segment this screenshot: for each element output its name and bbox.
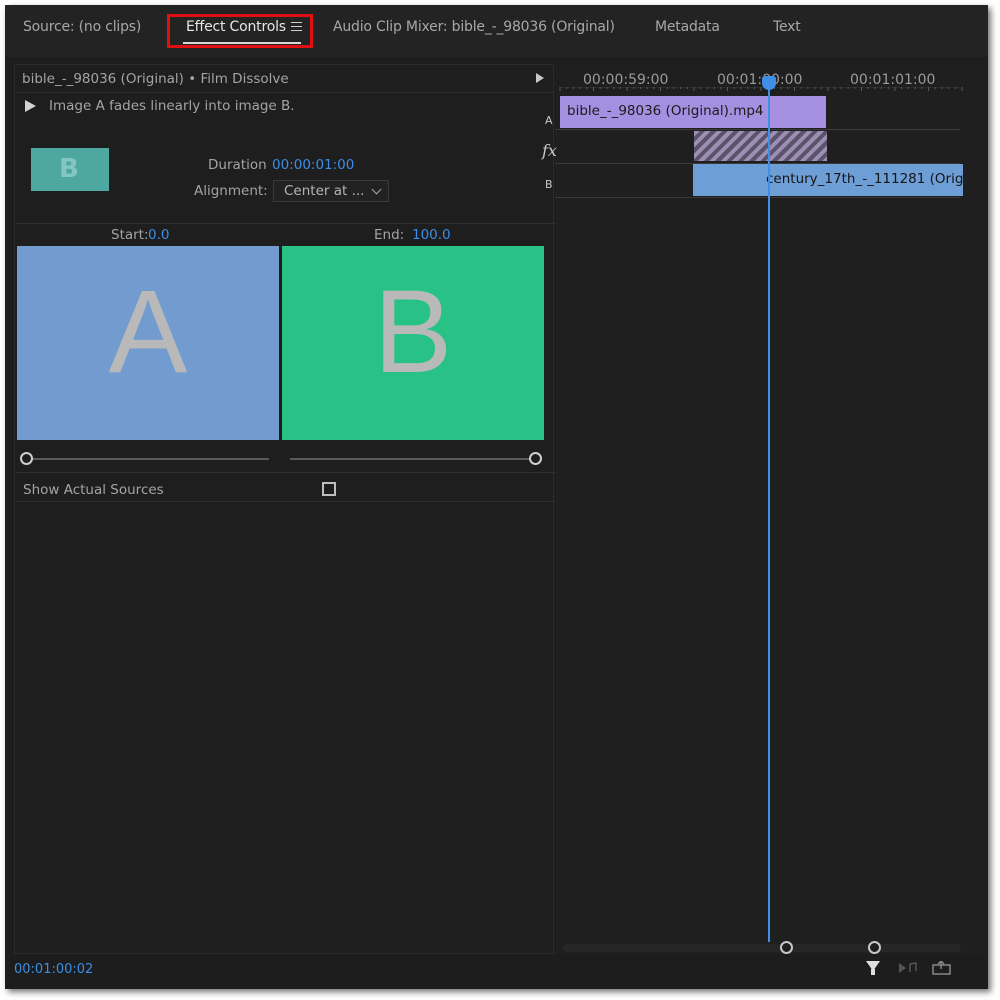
zoom-handle-left[interactable] <box>780 941 793 954</box>
tab-metadata[interactable]: Metadata <box>655 19 720 35</box>
effect-timeline[interactable]: 00:00:59:00 00:01:00:00 00:01:01:00 A fx… <box>542 64 988 954</box>
track-label-a: A <box>545 114 553 127</box>
duration-label: Duration <box>208 157 267 173</box>
clip-a[interactable]: bible_-_98036 (Original).mp4 <box>560 96 826 128</box>
tab-text[interactable]: Text <box>773 19 801 35</box>
duration-value[interactable]: 00:00:01:00 <box>272 157 354 173</box>
fx-icon: fx <box>542 141 557 160</box>
playhead-line[interactable] <box>768 82 770 942</box>
transition-block[interactable] <box>694 131 827 161</box>
divider <box>15 501 555 502</box>
show-actual-sources-checkbox[interactable] <box>322 482 336 496</box>
end-slider-handle[interactable] <box>529 452 542 465</box>
start-value[interactable]: 0.0 <box>148 227 169 243</box>
preview-b-letter: B <box>373 266 453 398</box>
zoom-handle-right[interactable] <box>868 941 881 954</box>
thumbnail-letter: B <box>59 154 79 184</box>
clip-b[interactable]: century_17th_-_111281 (Original <box>693 164 963 196</box>
preview-b: B <box>282 246 544 440</box>
highlight-box <box>167 14 313 48</box>
ruler-label: 00:01:00:00 <box>717 72 803 88</box>
chevron-down-icon <box>371 184 382 195</box>
start-slider-handle[interactable] <box>20 452 33 465</box>
divider <box>15 472 555 473</box>
current-timecode[interactable]: 00:01:00:02 <box>14 962 93 977</box>
track-divider <box>555 197 960 198</box>
start-label: Start: <box>111 227 149 243</box>
end-value[interactable]: 100.0 <box>412 227 451 243</box>
ruler-label: 00:00:59:00 <box>583 72 669 88</box>
divider <box>15 223 555 224</box>
zoom-scrollbar[interactable] <box>563 944 961 952</box>
effect-description: Image A fades linearly into image B. <box>49 98 295 114</box>
playhead-icon[interactable] <box>762 76 776 90</box>
show-actual-sources-label: Show Actual Sources <box>23 482 164 498</box>
panel-tab-bar: Source: (no clips) Effect Controls Audio… <box>5 5 988 57</box>
alignment-value: Center at ... <box>284 183 365 199</box>
alignment-label: Alignment: <box>194 183 268 199</box>
effect-controls-panel: bible_-_98036 (Original) • Film Dissolve… <box>14 64 555 954</box>
tab-audio-clip-mixer[interactable]: Audio Clip Mixer: bible_-_98036 (Origina… <box>333 19 615 35</box>
ruler-label: 00:01:01:00 <box>850 72 936 88</box>
effect-header: bible_-_98036 (Original) • Film Dissolve <box>15 65 555 93</box>
expand-triangle-icon[interactable] <box>536 73 544 83</box>
tab-source[interactable]: Source: (no clips) <box>23 19 141 35</box>
effect-title: bible_-_98036 (Original) • Film Dissolve <box>22 71 289 87</box>
effect-controls-window: Source: (no clips) Effect Controls Audio… <box>5 5 988 989</box>
end-slider-track[interactable] <box>290 458 530 460</box>
end-label: End: <box>374 227 405 243</box>
export-icon[interactable] <box>932 959 952 975</box>
track-label-b: B <box>545 178 553 191</box>
play-only-audio-icon[interactable] <box>898 960 918 974</box>
track-divider <box>555 129 960 130</box>
play-icon[interactable] <box>25 100 36 112</box>
preview-a: A <box>17 246 279 440</box>
alignment-dropdown[interactable]: Center at ... <box>273 180 389 202</box>
start-slider-track[interactable] <box>33 458 269 460</box>
preview-a-letter: A <box>108 266 188 398</box>
transition-thumbnail: B <box>31 148 109 191</box>
